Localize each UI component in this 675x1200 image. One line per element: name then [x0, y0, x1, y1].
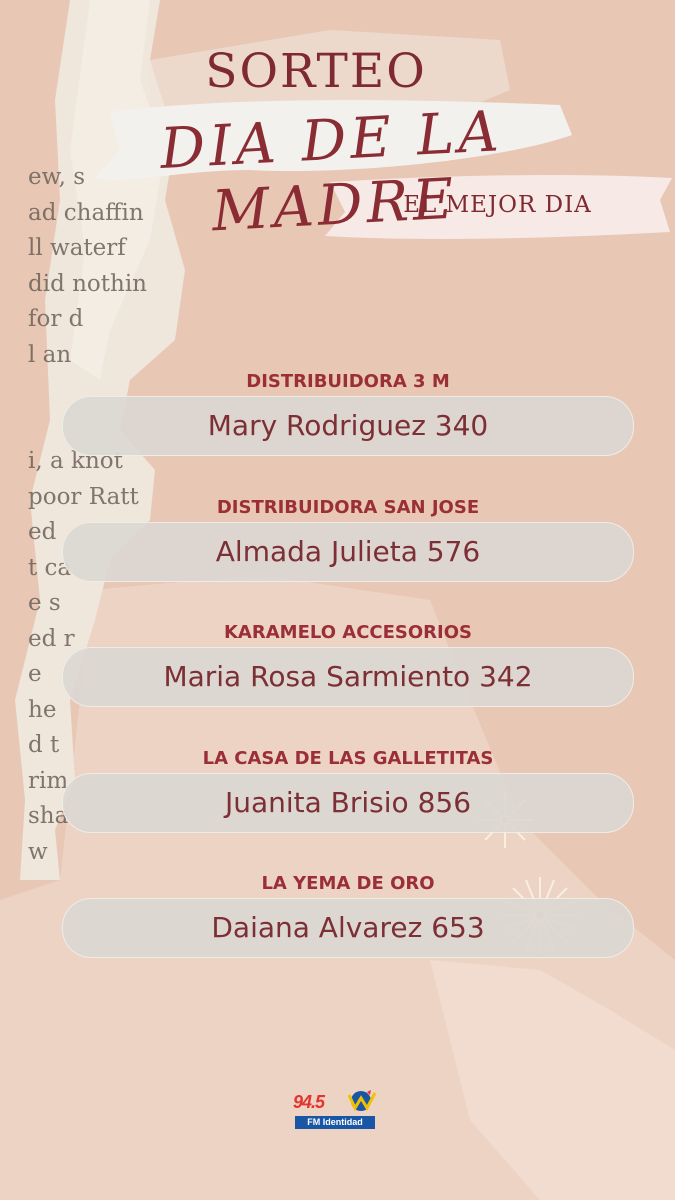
- tagline: EL MEJOR DIA: [403, 192, 592, 218]
- newsprint-line: for d: [28, 306, 84, 332]
- radio-logo: 94.5 FM Identidad: [293, 1090, 383, 1134]
- page-title: SORTEO: [205, 44, 427, 99]
- store-name: LA CASA DE LAS GALLETITAS: [202, 747, 494, 769]
- winner-entry: KARAMELO ACCESORIOS Maria Rosa Sarmiento…: [62, 619, 634, 745]
- winner-entry: LA YEMA DE ORO Daiana Alvarez 653: [62, 870, 634, 996]
- winner-name: Almada Julieta 576: [62, 521, 634, 582]
- winners-list: DISTRIBUIDORA 3 M Mary Rodriguez 340 DIS…: [62, 368, 634, 996]
- winner-entry: DISTRIBUIDORA SAN JOSE Almada Julieta 57…: [62, 494, 634, 620]
- winner-name: Mary Rodriguez 340: [62, 396, 634, 456]
- newsprint-line: did nothin: [28, 270, 147, 297]
- story-canvas: ew, s ad chaffin ll waterf did nothin fo…: [0, 0, 675, 1200]
- store-name: KARAMELO ACCESORIOS: [223, 622, 472, 643]
- store-name: DISTRIBUIDORA SAN JOSE: [216, 496, 480, 518]
- logo-frequency: 94.5: [293, 1092, 325, 1112]
- winner-entry: LA CASA DE LAS GALLETITAS Juanita Brisio…: [62, 745, 634, 871]
- logo-label: FM Identidad: [295, 1116, 375, 1129]
- winner-name: Maria Rosa Sarmiento 342: [62, 647, 634, 707]
- store-name: DISTRIBUIDORA 3 M: [246, 371, 450, 392]
- logo-mark-icon: [347, 1090, 377, 1112]
- winner-entry: DISTRIBUIDORA 3 M Mary Rodriguez 340: [62, 368, 634, 494]
- winner-name: Daiana Alvarez 653: [62, 898, 634, 958]
- store-name: LA YEMA DE ORO: [261, 873, 435, 894]
- winner-name: Juanita Brisio 856: [62, 772, 634, 833]
- page-subtitle: DIA DE LA MADRE: [158, 99, 504, 245]
